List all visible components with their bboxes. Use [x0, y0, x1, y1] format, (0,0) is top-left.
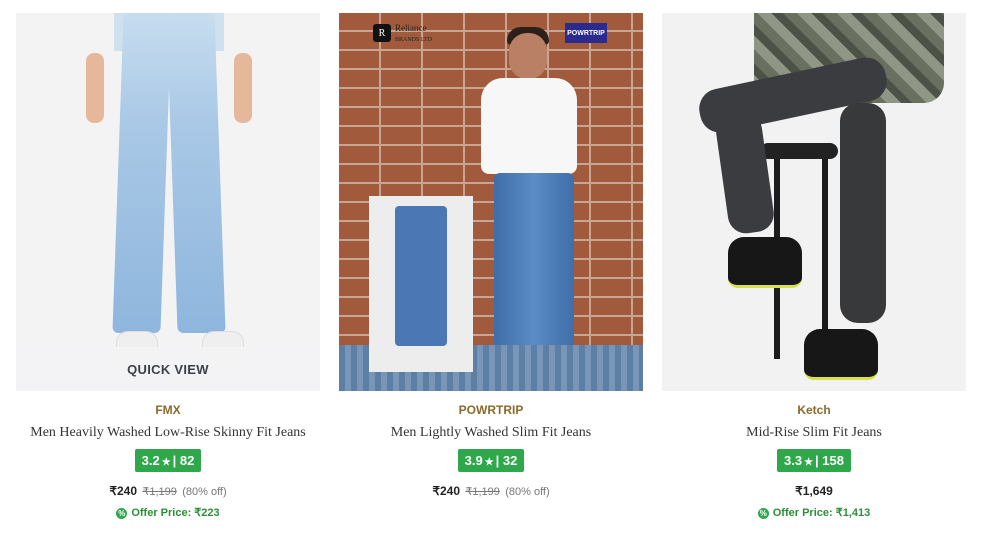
product-title[interactable]: Men Heavily Washed Low-Rise Skinny Fit J… — [16, 425, 320, 441]
star-icon: ★ — [804, 457, 814, 468]
powrtrip-logo: POWRTRIP — [565, 23, 607, 43]
offer-price: % Offer Price: ₹223 — [16, 506, 320, 519]
product-image[interactable]: R Reliance BRANDS LTD POWRTRIP — [339, 13, 643, 391]
price-row: ₹240 ₹1,199 (80% off) — [339, 484, 643, 498]
quick-view-button[interactable]: QUICK VIEW — [16, 347, 320, 391]
offer-tag-icon: % — [757, 507, 769, 519]
product-image[interactable] — [662, 13, 966, 391]
offer-price-text: Offer Price: ₹1,413 — [772, 507, 871, 519]
jeans — [494, 173, 574, 363]
model-arm — [234, 53, 252, 123]
rating-badge: 3.3 ★ | 158 — [777, 449, 851, 472]
discount: (80% off) — [505, 486, 550, 498]
product-title[interactable]: Mid-Rise Slim Fit Jeans — [662, 425, 966, 441]
product-card-fmx[interactable]: QUICK VIEW FMX Men Heavily Washed Low-Ri… — [16, 13, 320, 519]
jeans-leg — [713, 110, 777, 236]
jeans-leg — [166, 13, 226, 333]
offer-price-text: Offer Price: ₹223 — [131, 507, 220, 519]
rating-badge: 3.2 ★ | 82 — [134, 449, 202, 472]
discount: (80% off) — [182, 486, 227, 498]
rating-value: 3.9 — [464, 453, 483, 468]
review-count: 32 — [502, 453, 518, 468]
offer-tag-icon: % — [116, 507, 128, 519]
product-brand[interactable]: POWRTRIP — [339, 403, 643, 417]
price-row: ₹1,649 — [662, 484, 966, 498]
offer-price: % Offer Price: ₹1,413 — [662, 506, 966, 519]
inset-product-photo — [369, 196, 473, 372]
star-icon: ★ — [161, 457, 171, 468]
rating-value: 3.2 — [141, 453, 160, 468]
price-row: ₹240 ₹1,199 (80% off) — [16, 484, 320, 498]
boot — [804, 329, 878, 380]
reliance-logo-text: Reliance — [395, 23, 427, 33]
rating-container: 3.3 ★ | 158 — [662, 449, 966, 472]
product-card-ketch[interactable]: Ketch Mid-Rise Slim Fit Jeans 3.3 ★ | 158 … — [662, 13, 966, 519]
reliance-logo: R Reliance BRANDS LTD — [373, 23, 432, 43]
product-card-powrtrip[interactable]: R Reliance BRANDS LTD POWRTRIP POWRTRIP … — [339, 13, 643, 498]
reliance-logo-icon: R — [373, 24, 391, 42]
model-shirt — [481, 78, 577, 174]
boot — [728, 237, 802, 288]
jeans — [395, 206, 447, 346]
star-icon: ★ — [484, 457, 494, 468]
rating-container: 3.9 ★ | 32 — [339, 449, 643, 472]
product-image[interactable]: QUICK VIEW — [16, 13, 320, 391]
stool — [760, 143, 838, 159]
jeans-leg — [112, 13, 172, 333]
rating-value: 3.3 — [784, 453, 803, 468]
current-price: ₹240 — [109, 484, 137, 498]
product-brand[interactable]: FMX — [16, 403, 320, 417]
rating-badge: 3.9 ★ | 32 — [457, 449, 525, 472]
product-title[interactable]: Men Lightly Washed Slim Fit Jeans — [339, 425, 643, 441]
current-price: ₹240 — [432, 484, 460, 498]
jeans-leg — [840, 103, 886, 323]
review-count: 82 — [179, 453, 195, 468]
original-price: ₹1,199 — [465, 486, 500, 498]
product-brand[interactable]: Ketch — [662, 403, 966, 417]
rating-container: 3.2 ★ | 82 — [16, 449, 320, 472]
current-price: ₹1,649 — [795, 484, 833, 498]
original-price: ₹1,199 — [142, 486, 177, 498]
model-arm — [86, 53, 104, 123]
model-head — [509, 33, 547, 79]
reliance-logo-subtext: BRANDS LTD — [395, 37, 432, 43]
review-count: 158 — [822, 453, 844, 468]
